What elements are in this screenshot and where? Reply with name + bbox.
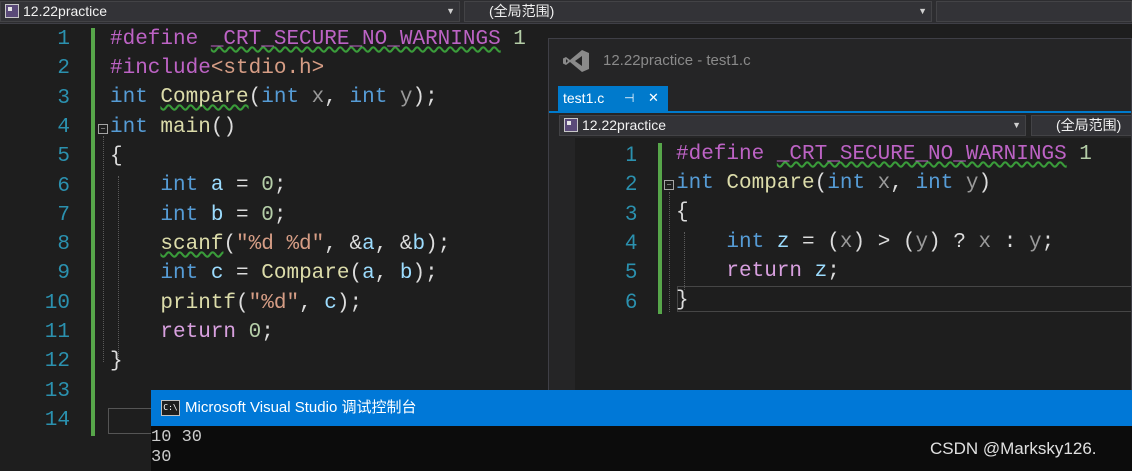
code-line: int main() xyxy=(110,116,237,139)
line-number: 14 xyxy=(44,408,70,432)
line-number: 2 xyxy=(57,57,70,81)
preview-project-dropdown[interactable]: 12.22practice ▼ xyxy=(559,115,1026,136)
current-line-highlight xyxy=(677,286,1131,312)
code-line: int b = 0; xyxy=(160,204,287,227)
code-line: printf("%d", c); xyxy=(160,292,363,315)
preview-scope-dropdown[interactable]: (全局范围) xyxy=(1031,115,1131,136)
line-number: 1 xyxy=(57,28,70,51)
code-line: #define _CRT_SECURE_NO_WARNINGS 1 xyxy=(110,28,526,51)
change-indicator-bar xyxy=(91,28,95,436)
code-line: { xyxy=(110,145,123,168)
chevron-down-icon: ▼ xyxy=(1012,120,1021,130)
preview-titlebar: 12.22practice - test1.c xyxy=(549,39,1131,83)
collapse-toggle-icon[interactable]: − xyxy=(664,180,674,190)
code-line: int z = (x) > (y) ? x : y; xyxy=(726,231,1055,254)
close-icon[interactable]: ✕ xyxy=(648,86,659,111)
collapse-toggle-icon[interactable]: − xyxy=(98,124,108,134)
code-line: #define _CRT_SECURE_NO_WARNINGS 1 xyxy=(676,143,1092,166)
console-output-line: 30 xyxy=(151,448,172,467)
preview-scope-label: (全局范围) xyxy=(1056,117,1122,133)
code-line: } xyxy=(676,289,689,312)
project-icon xyxy=(564,118,578,132)
project-label: 12.22practice xyxy=(23,3,108,19)
line-number: 12 xyxy=(44,350,70,374)
code-line: return 0; xyxy=(160,321,274,344)
console-output-line: 10 30 xyxy=(151,428,203,447)
preview-title: 12.22practice - test1.c xyxy=(603,52,751,69)
tab-label: test1.c xyxy=(563,90,605,106)
tab-underline xyxy=(549,111,1131,113)
line-number: 7 xyxy=(57,203,70,227)
chevron-down-icon: ▼ xyxy=(446,6,455,16)
outline-guide xyxy=(103,136,104,362)
line-number: 6 xyxy=(57,174,70,198)
change-indicator-bar xyxy=(658,143,662,314)
code-line: return z; xyxy=(726,260,840,283)
line-number: 5 xyxy=(625,260,637,284)
line-number: 8 xyxy=(57,233,70,257)
line-number: 5 xyxy=(57,145,70,169)
line-number: 6 xyxy=(625,289,637,313)
code-line: int c = Compare(a, b); xyxy=(160,262,438,285)
line-number: 10 xyxy=(44,291,70,315)
line-number: 13 xyxy=(44,379,70,403)
watermark: CSDN @Marksky126. xyxy=(930,439,1097,458)
pin-icon[interactable]: ⊣ xyxy=(624,86,634,111)
code-line: { xyxy=(676,201,689,224)
console-titlebar: C:\ Microsoft Visual Studio 调试控制台 xyxy=(151,390,1132,426)
line-number: 3 xyxy=(57,86,70,110)
project-icon xyxy=(5,4,19,18)
line-number: 4 xyxy=(625,230,637,254)
line-number: 4 xyxy=(57,115,70,139)
scope-label: (全局范围) xyxy=(489,3,555,19)
code-line: int a = 0; xyxy=(160,174,287,197)
line-number: 2 xyxy=(625,172,637,196)
member-dropdown[interactable] xyxy=(936,1,1132,22)
project-dropdown[interactable]: 12.22practice ▼ xyxy=(0,1,460,22)
outline-guide xyxy=(669,192,670,312)
chevron-down-icon: ▼ xyxy=(918,6,927,16)
console-icon: C:\ xyxy=(161,400,180,416)
peek-input-box[interactable] xyxy=(108,408,152,434)
line-number: 3 xyxy=(625,201,637,225)
line-number: 9 xyxy=(57,262,70,286)
code-line: #include<stdio.h> xyxy=(110,57,325,80)
code-line: int Compare(int x, int y) xyxy=(676,172,992,195)
visual-studio-logo-icon xyxy=(563,50,589,72)
navigation-bar: 12.22practice ▼ (全局范围) ▼ xyxy=(0,0,1132,24)
tab-test1c[interactable]: test1.c ⊣ ✕ xyxy=(558,86,668,111)
code-line: int Compare(int x, int y); xyxy=(110,86,438,109)
code-line: } xyxy=(110,350,123,373)
console-title: Microsoft Visual Studio 调试控制台 xyxy=(185,399,417,416)
scope-dropdown[interactable]: (全局范围) ▼ xyxy=(464,1,932,22)
preview-project-label: 12.22practice xyxy=(582,117,667,133)
line-number: 11 xyxy=(44,321,70,344)
code-line: scanf("%d %d", &a, &b); xyxy=(160,233,451,256)
line-number: 1 xyxy=(625,143,637,166)
